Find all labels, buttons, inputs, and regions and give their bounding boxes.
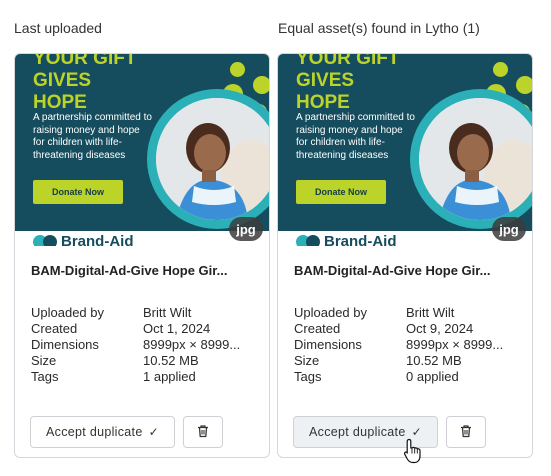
size-value: 10.52 MB [143,353,199,368]
asset-thumbnail[interactable]: YOUR GIFT GIVES HOPE A partnership commi… [15,54,269,246]
accept-duplicate-button[interactable]: Accept duplicate ✓ [30,416,175,448]
decor-dot [253,76,269,94]
created-value: Oct 9, 2024 [406,321,474,336]
size-value: 10.52 MB [406,353,462,368]
brand-name: Brand-Aid [324,233,397,246]
dimensions-label: Dimensions [294,337,362,352]
ad-body-text: A partnership committed to raising money… [33,112,152,161]
ad-donate-button: Donate Now [33,180,123,204]
decor-dot [493,62,508,77]
tags-value: 1 applied [143,369,196,384]
child-photo [156,98,269,220]
tags-value: 0 applied [406,369,459,384]
dimensions-label: Dimensions [31,337,99,352]
brand-logo-icon [43,235,57,246]
dimensions-value: 8999px × 8999... [143,337,241,352]
created-label: Created [31,321,78,336]
asset-thumbnail[interactable]: YOUR GIFT GIVES HOPE A partnership commi… [278,54,532,246]
created-value: Oct 1, 2024 [143,321,211,336]
check-icon: ✓ [148,425,159,439]
ad-headline: YOUR GIFT GIVES HOPE [296,54,400,113]
delete-button[interactable] [446,416,486,448]
last-uploaded-heading: Last uploaded [14,20,102,36]
asset-name: BAM-Digital-Ad-Give Hope Gir... [31,263,228,278]
uploaded-by-value: Britt Wilt [143,305,192,320]
tags-label: Tags [31,369,59,384]
trash-icon [196,424,210,441]
delete-button[interactable] [183,416,223,448]
uploaded-by-value: Britt Wilt [406,305,455,320]
trash-icon [459,424,473,441]
uploaded-by-label: Uploaded by [31,305,104,320]
ad-headline: YOUR GIFT GIVES HOPE [33,54,137,113]
size-label: Size [31,353,57,368]
brand-logo-icon [306,235,320,246]
check-icon: ✓ [411,425,422,439]
asset-name: BAM-Digital-Ad-Give Hope Gir... [294,263,491,278]
size-label: Size [294,353,320,368]
decor-dot [230,62,245,77]
brand-name: Brand-Aid [61,233,134,246]
dimensions-value: 8999px × 8999... [406,337,504,352]
child-photo [419,98,532,220]
equal-assets-heading: Equal asset(s) found in Lytho (1) [278,20,480,36]
asset-card-equal-found: YOUR GIFT GIVES HOPE A partnership commi… [277,53,533,458]
file-type-badge: jpg [229,217,263,241]
asset-metadata: Uploaded by Britt Wilt Created Oct 1, 2024… [31,305,261,385]
ad-body-text: A partnership committed to raising money… [296,112,415,161]
ad-donate-button: Donate Now [296,180,386,204]
accept-duplicate-label: Accept duplicate [309,425,406,439]
decor-dot [516,76,532,94]
created-label: Created [294,321,341,336]
tags-label: Tags [294,369,322,384]
uploaded-by-label: Uploaded by [294,305,367,320]
accept-duplicate-label: Accept duplicate [46,425,143,439]
asset-card-last-uploaded: YOUR GIFT GIVES HOPE A partnership commi… [14,53,270,458]
asset-metadata: Uploaded by Britt Wilt Created Oct 9, 2024… [294,305,524,385]
hand-pointer-cursor-icon [403,438,423,464]
file-type-badge: jpg [492,217,526,241]
